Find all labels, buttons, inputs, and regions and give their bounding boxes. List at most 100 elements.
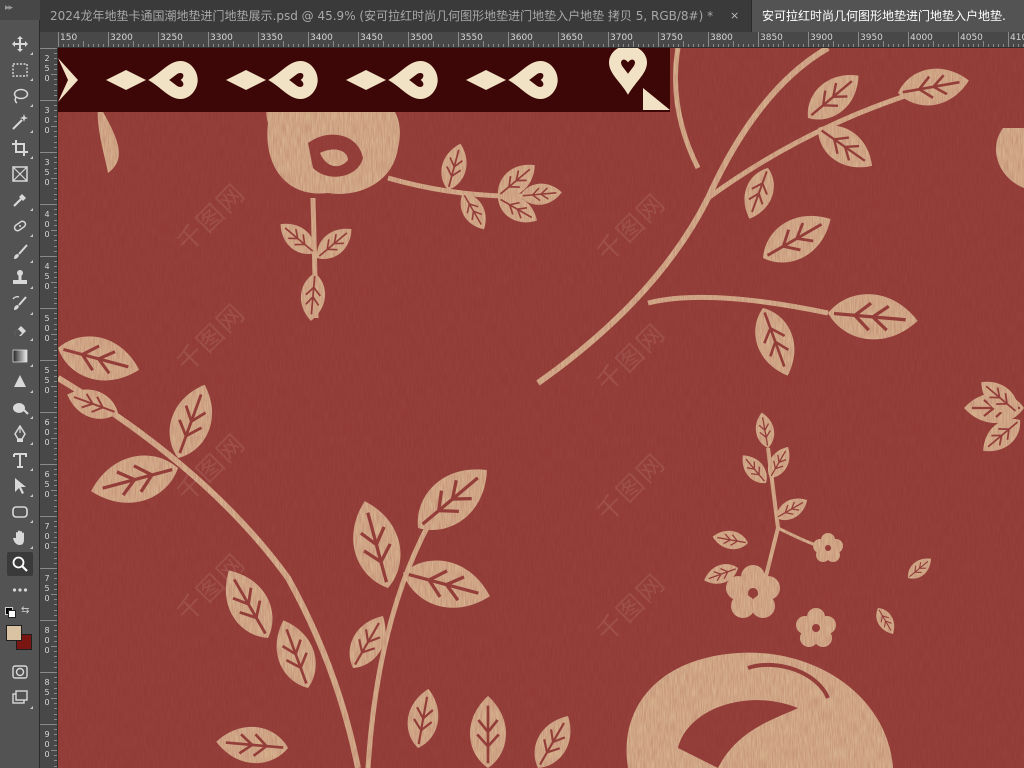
ruler-tick — [808, 32, 809, 47]
ruler-tick — [688, 44, 689, 47]
ruler-tick — [1018, 44, 1019, 47]
brush-icon[interactable] — [7, 240, 33, 264]
ruler-tick — [54, 635, 57, 637]
ruler-tick — [223, 44, 224, 47]
more-tools-icon[interactable] — [7, 578, 33, 602]
document-canvas[interactable]: 千图网 千图网 千图网 千图网 千图网 千图网 千图网 千图网 — [58, 48, 1024, 768]
ruler-tick — [628, 44, 629, 47]
ruler-tick — [408, 32, 409, 47]
ruler-tick — [248, 44, 249, 47]
ruler-tick — [438, 44, 439, 47]
vertical-ruler[interactable]: 2 5 0 3 0 0 3 5 0 4 0 0 4 5 0 5 0 0 5 5 0 6 0 0… — [40, 48, 58, 768]
swap-colors-icon[interactable]: ⇆ — [21, 605, 29, 616]
rectangular-marquee-icon[interactable] — [7, 58, 33, 82]
ruler-tick — [518, 44, 519, 47]
ruler-label: 3200 — [110, 33, 133, 43]
ruler-tick — [54, 448, 57, 450]
ruler-tick — [488, 44, 489, 47]
healing-brush-icon[interactable] — [7, 214, 33, 238]
ruler-tick — [54, 666, 57, 668]
ruler-tick — [993, 44, 994, 47]
dodge-icon[interactable] — [7, 396, 33, 420]
lasso-icon[interactable] — [7, 84, 33, 108]
magic-wand-icon[interactable] — [7, 110, 33, 134]
ruler-tick — [54, 651, 57, 653]
ruler-tick — [558, 32, 559, 47]
ruler-tick — [54, 739, 57, 741]
ruler-tick — [54, 323, 57, 325]
ruler-tick — [348, 44, 349, 47]
rectangle-shape-icon[interactable] — [7, 500, 33, 524]
ruler-tick — [268, 44, 269, 47]
move-tool-icon[interactable] — [7, 32, 33, 56]
ruler-tick — [858, 32, 859, 47]
ruler-tick — [753, 44, 754, 47]
ruler-tick — [123, 44, 124, 47]
ruler-tick — [153, 44, 154, 47]
ruler-tick — [54, 209, 57, 211]
ruler-tick — [683, 41, 684, 47]
pen-icon[interactable] — [7, 422, 33, 446]
ruler-tick — [54, 105, 57, 107]
ruler-tick — [40, 568, 57, 569]
ruler-label: 3400 — [310, 33, 333, 43]
zoom-icon[interactable] — [7, 552, 33, 576]
ruler-tick — [54, 547, 57, 549]
ruler-label: 4 5 0 — [44, 262, 50, 291]
quick-mask-icon[interactable] — [7, 660, 33, 684]
ruler-tick — [328, 44, 329, 47]
ruler-tick — [948, 44, 949, 47]
ruler-tick — [54, 313, 57, 315]
clone-stamp-icon[interactable] — [7, 266, 33, 290]
type-icon[interactable] — [7, 448, 33, 472]
ruler-tick — [54, 495, 57, 497]
history-brush-icon[interactable] — [7, 292, 33, 316]
ruler-tick — [843, 44, 844, 47]
ruler-tick — [98, 44, 99, 47]
frame-icon[interactable] — [7, 162, 33, 186]
ruler-tick — [54, 157, 57, 159]
ruler-tick — [118, 44, 119, 47]
ruler-tick — [183, 41, 184, 47]
ruler-tick — [263, 44, 264, 47]
blur-icon[interactable] — [7, 370, 33, 394]
path-selection-icon[interactable] — [7, 474, 33, 498]
ruler-tick — [54, 422, 57, 424]
ruler-label: 7 5 0 — [44, 574, 50, 603]
crop-icon[interactable] — [7, 136, 33, 160]
horizontal-ruler[interactable]: 150 3200 3250 3300 3350 3400 3450 3500 3550 3600 3… — [58, 32, 1024, 48]
ruler-label: 6 0 0 — [44, 418, 50, 447]
ruler-tick — [54, 604, 57, 606]
ruler-tick — [148, 44, 149, 47]
ruler-tick — [54, 578, 57, 580]
document-tab-1[interactable]: 2024龙年地垫卡通国潮地垫进门地垫展示.psd @ 45.9% (安可拉红时尚… — [40, 0, 752, 32]
ruler-tick — [283, 41, 284, 47]
ruler-label: 3800 — [710, 33, 733, 43]
ruler-tick — [54, 84, 57, 86]
ruler-origin[interactable] — [40, 32, 58, 48]
default-colors-icon[interactable] — [5, 607, 16, 618]
ruler-tick — [51, 126, 57, 127]
ruler-tick — [763, 44, 764, 47]
document-tab-2[interactable]: 安可拉红时尚几何图形地垫进门地垫入户地垫. — [752, 0, 1024, 32]
foreground-color-swatch[interactable] — [6, 625, 22, 641]
ruler-tick — [54, 734, 57, 736]
ruler-tick — [54, 141, 57, 143]
close-tab-icon[interactable]: × — [730, 0, 739, 32]
eyedropper-icon[interactable] — [7, 188, 33, 212]
gradient-icon[interactable] — [7, 344, 33, 368]
ruler-tick — [54, 453, 57, 455]
ruler-label: 2 5 0 — [44, 54, 50, 83]
ruler-tick — [333, 41, 334, 47]
eraser-icon[interactable] — [7, 318, 33, 342]
ruler-tick — [373, 44, 374, 47]
ruler-tick — [54, 484, 57, 486]
panel-grip[interactable]: ▸▸ — [0, 0, 40, 20]
ruler-tick — [40, 360, 57, 361]
screen-mode-icon[interactable] — [7, 686, 33, 710]
ruler-tick — [768, 44, 769, 47]
hand-icon[interactable] — [7, 526, 33, 550]
ruler-tick — [243, 44, 244, 47]
ruler-tick — [513, 44, 514, 47]
ruler-tick — [643, 44, 644, 47]
